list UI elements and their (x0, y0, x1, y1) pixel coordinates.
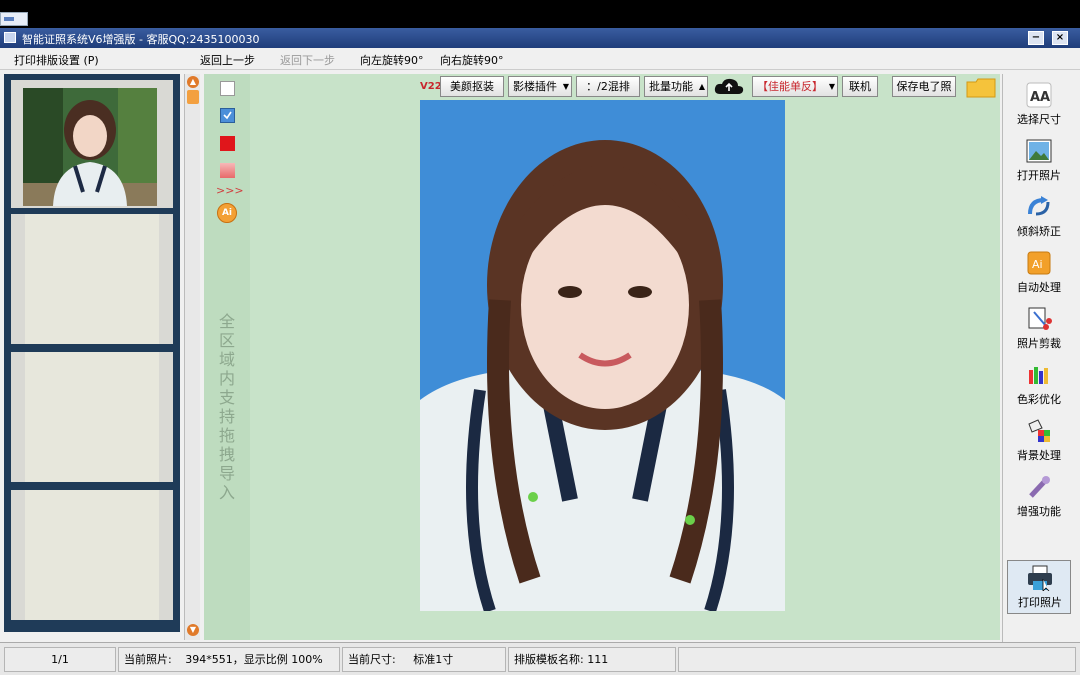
minimize-button[interactable]: − (1028, 31, 1044, 45)
template-status: 排版模板名称: 111 (508, 647, 676, 672)
crop-label: 照片剪裁 (1017, 337, 1061, 350)
current-photo-label: 当前照片: (124, 653, 172, 666)
chevron-down-icon: ▼ (562, 82, 569, 91)
auto-process-label: 自动处理 (1017, 281, 1061, 294)
cloud-upload-icon[interactable] (712, 76, 746, 97)
window-title: 智能证照系统V6增强版 - 客服QQ:2435100030 (22, 33, 260, 46)
enhance-button[interactable]: 增强功能 (1007, 470, 1071, 522)
undo-button[interactable]: 返回上一步 (200, 52, 255, 68)
page-indicator: 1/1 (4, 647, 116, 672)
more-colors-button[interactable]: >>> (216, 184, 244, 197)
current-size-label: 当前尺寸: (348, 653, 396, 666)
open-photo-label: 打开照片 (1017, 169, 1061, 182)
svg-text:AA: AA (1030, 90, 1050, 105)
app-icon (4, 32, 16, 43)
current-size-status: 当前尺寸: 标准1寸 (342, 647, 506, 672)
scroll-down-button[interactable]: ▼ (187, 624, 199, 636)
drag-import-hint: 全区域内支持拖拽导入 (218, 312, 235, 502)
red-swatch[interactable] (220, 136, 235, 151)
tilt-correct-icon (1026, 194, 1052, 220)
font-size-icon: AA (1026, 82, 1052, 108)
template-label: 排版模板名称: (514, 653, 584, 666)
connect-button[interactable]: 联机 (842, 76, 878, 97)
current-size-value: 标准1寸 (413, 653, 454, 666)
select-size-button[interactable]: AA 选择尺寸 (1007, 78, 1071, 130)
scroll-thumb[interactable] (187, 90, 199, 104)
background-color-strip: >>> Ai 全区域内支持拖拽导入 (204, 74, 250, 640)
photo-thumbnail[interactable] (23, 88, 157, 206)
blue-swatch[interactable] (220, 108, 235, 123)
background-icon (1026, 418, 1052, 444)
template-value: 111 (587, 653, 609, 666)
photo-canvas[interactable]: V22 美颜抠装 影楼插件 ▼ ：/2混排 批量功能 ▲ 【佳能单反】 ▼ 联机… (250, 74, 1000, 640)
main-photo[interactable] (420, 100, 785, 611)
status-empty-cell (678, 647, 1076, 672)
save-photo-button[interactable]: 保存电了照 (892, 76, 956, 97)
title-bar: 智能证照系统V6增强版 - 客服QQ:2435100030 − × (0, 28, 1080, 48)
desktop-thumbnail (0, 12, 28, 26)
background-label: 背景处理 (1017, 449, 1061, 462)
crop-button[interactable]: 照片剪裁 (1007, 302, 1071, 354)
color-optimize-icon (1026, 362, 1052, 388)
auto-process-icon: Ai (1026, 250, 1052, 276)
folder-icon[interactable] (966, 78, 996, 98)
crop-icon (1026, 306, 1052, 332)
ai-icon[interactable]: Ai (217, 203, 237, 223)
printer-icon (1027, 565, 1053, 592)
current-photo-status: 当前照片: 394*551，显示比例 100% (118, 647, 340, 672)
redo-button[interactable]: 返回下一步 (280, 52, 335, 68)
close-button[interactable]: × (1052, 31, 1068, 45)
layout-slot-4[interactable] (11, 490, 173, 620)
menu-bar: 打印排版设置 (P) 返回上一步 返回下一步 向左旋转90° 向右旋转90° (0, 48, 1080, 70)
tilt-correct-button[interactable]: 倾斜矫正 (1007, 190, 1071, 242)
print-photo-label: 打印照片 (1018, 596, 1062, 609)
batch-label: 批量功能 (649, 80, 693, 93)
print-photo-button[interactable]: 打印照片 (1007, 560, 1071, 614)
background-button[interactable]: 背景处理 (1007, 414, 1071, 466)
app-window: 智能证照系统V6增强版 - 客服QQ:2435100030 − × 打印排版设置… (0, 28, 1080, 675)
camera-select-value: 【佳能单反】 (757, 80, 823, 93)
enhance-label: 增强功能 (1017, 505, 1061, 518)
color-optimize-button[interactable]: 色彩优化 (1007, 358, 1071, 410)
layout-slot-2[interactable] (11, 214, 173, 344)
rotate-left-button[interactable]: 向左旋转90° (360, 52, 424, 68)
white-swatch[interactable] (220, 81, 235, 96)
open-photo-button[interactable]: 打开照片 (1007, 134, 1071, 186)
tilt-correct-label: 倾斜矫正 (1017, 225, 1061, 238)
batch-menu-button[interactable]: 批量功能 ▲ (644, 76, 708, 97)
current-photo-value: 394*551，显示比例 100% (185, 653, 323, 666)
print-layout-menu[interactable]: 打印排版设置 (P) (14, 52, 99, 68)
camera-select[interactable]: 【佳能单反】 ▼ (752, 76, 838, 97)
svg-text:Ai: Ai (1032, 258, 1043, 271)
enhance-icon (1026, 474, 1052, 500)
preview-scrollbar[interactable]: ▲ ▼ (184, 74, 200, 640)
chevron-up-icon: ▲ (698, 82, 705, 91)
auto-process-button[interactable]: Ai 自动处理 (1007, 246, 1071, 298)
scroll-up-button[interactable]: ▲ (187, 76, 199, 88)
function-panel: AA 选择尺寸 打开照片 倾斜矫正 Ai 自动处理 照片剪裁 色彩优化 背景处理… (1002, 74, 1076, 672)
layout-preview-panel (4, 74, 180, 632)
plugin-dropdown-label: 影楼插件 (513, 80, 557, 93)
version-badge: V22 (420, 81, 442, 92)
plugin-dropdown[interactable]: 影楼插件 ▼ (508, 76, 572, 97)
status-bar: 1/1 当前照片: 394*551，显示比例 100% 当前尺寸: 标准1寸 排… (0, 642, 1080, 675)
open-photo-icon (1026, 138, 1052, 164)
layout-slot-3[interactable] (11, 352, 173, 482)
layout-slot-1[interactable] (11, 80, 173, 208)
gradient-swatch[interactable] (220, 163, 235, 178)
beauty-button[interactable]: 美颜抠装 (440, 76, 504, 97)
color-optimize-label: 色彩优化 (1017, 393, 1061, 406)
rotate-right-button[interactable]: 向右旋转90° (440, 52, 504, 68)
select-size-label: 选择尺寸 (1017, 113, 1061, 126)
chevron-down-icon: ▼ (828, 82, 835, 91)
mixed-layout-button[interactable]: ：/2混排 (576, 76, 640, 97)
